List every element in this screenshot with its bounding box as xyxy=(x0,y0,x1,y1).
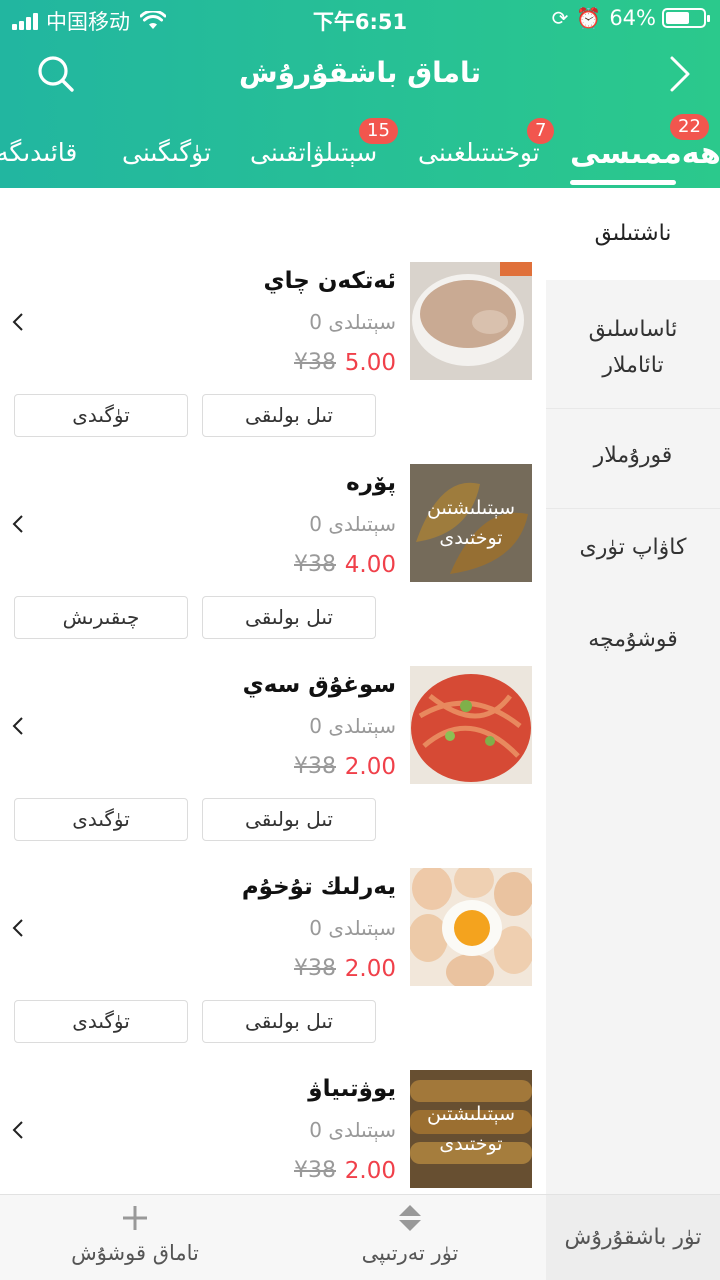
cold-noodle-salad-image xyxy=(410,666,532,784)
sidebar-item-extras[interactable]: قوشۇمچە xyxy=(546,622,720,658)
category-tabs: ھەممىسى 22 توختىتىلغىنى 7 سېتىلۋاتقىنى 1… xyxy=(0,110,720,188)
tab-on-sale[interactable]: سېتىلۋاتقىنى xyxy=(250,138,377,167)
food-name: سوغۇق سەي xyxy=(242,672,396,698)
add-food-button[interactable]: تاماق قوشۇش xyxy=(40,1195,230,1280)
price: 2.00 xyxy=(344,956,396,982)
milk-tea-bowl-image xyxy=(410,262,532,380)
tab-on-sale-badge: 15 xyxy=(359,118,398,144)
sort-label: تۈر تەرتىپى xyxy=(361,1241,459,1265)
pastry-image: سېتىلىشتىن توختىدى xyxy=(410,464,532,582)
fried-dough-sticks-image: سېتىلىشتىن توختىدى xyxy=(410,1070,532,1188)
tab-sold-out[interactable]: تۈگىگىنى xyxy=(122,138,211,167)
tab-all[interactable]: ھەممىسى xyxy=(570,136,720,171)
sales-count: سېتىلدى 0 xyxy=(309,1118,396,1142)
list-item[interactable]: سوغۇق سەي سېتىلدى 0 2.00 ¥38 تۈگىدى تىل … xyxy=(0,592,546,841)
original-price: ¥38 xyxy=(294,754,336,779)
active-tab-indicator xyxy=(570,180,676,185)
category-sidebar: ناشتىلىق ئاساسلىق تائاملار قورۇملار كاۋا… xyxy=(546,188,720,1194)
header: 中国移动 下午6:51 ⟳ ⏰ 64% تاماق باشقۇرۇش ھەممى… xyxy=(0,0,720,188)
food-name: يوۋتىياۋ xyxy=(308,1076,396,1102)
original-price: ¥38 xyxy=(294,552,336,577)
sales-count: سېتىلدى 0 xyxy=(309,310,396,334)
food-list: ئەتكەن چاي سېتىلدى 0 5.00 ¥38 تۈگىدى تىل… xyxy=(0,188,546,1194)
chevron-right-icon[interactable] xyxy=(664,54,694,94)
tab-stopped-badge: 7 xyxy=(527,118,555,144)
food-name: يەرلىك تۇخۇم xyxy=(241,874,396,900)
sales-count: سېتىلدى 0 xyxy=(309,916,396,940)
list-item[interactable]: سېتىلىشتىن توختىدى پۆرە سېتىلدى 0 4.00 ¥… xyxy=(0,390,546,639)
chevron-left-icon[interactable] xyxy=(10,512,26,536)
sidebar-item-kebab[interactable]: كاۋاپ تۈرى xyxy=(546,530,720,566)
sales-count: سېتىلدى 0 xyxy=(309,714,396,738)
status-bar: 中国移动 下午6:51 ⟳ ⏰ 64% xyxy=(0,0,720,38)
add-food-label: تاماق قوشۇش xyxy=(71,1241,199,1265)
sales-count: سېتىلدى 0 xyxy=(309,512,396,536)
tab-all-badge: 22 xyxy=(670,114,709,140)
chevron-left-icon[interactable] xyxy=(10,310,26,334)
stopped-overlay: سېتىلىشتىن توختىدى xyxy=(410,464,532,582)
chevron-left-icon[interactable] xyxy=(10,1118,26,1142)
stopped-overlay: سېتىلىشتىن توختىدى xyxy=(410,1070,532,1188)
sidebar-item-stir-fry[interactable]: قورۇملار xyxy=(546,438,720,474)
original-price: ¥38 xyxy=(294,956,336,981)
chevron-left-icon[interactable] xyxy=(10,714,26,738)
price: 5.00 xyxy=(344,350,396,376)
sidebar-item-main-dishes[interactable]: ئاساسلىق تائاملار xyxy=(546,312,720,384)
sidebar-item-breakfast[interactable]: ناشتىلىق xyxy=(546,188,720,280)
boiled-eggs-image xyxy=(410,868,532,986)
tab-stopped[interactable]: توختىتىلغىنى xyxy=(418,138,540,167)
plus-icon xyxy=(123,1206,147,1230)
food-name: پۆرە xyxy=(346,470,396,496)
price: 2.00 xyxy=(344,754,396,780)
tab-rules[interactable]: قائىدىگە xyxy=(0,138,77,167)
page-title: تاماق باشقۇرۇش xyxy=(238,56,482,89)
food-name: ئەتكەن چاي xyxy=(263,268,396,294)
sort-categories-button[interactable]: تۈر تەرتىپى xyxy=(320,1195,500,1280)
list-item[interactable]: يەرلىك تۇخۇم سېتىلدى 0 2.00 ¥38 تۈگىدى ت… xyxy=(0,794,546,1043)
alarm-icon: ⏰ xyxy=(576,6,602,30)
battery-icon xyxy=(662,8,710,28)
sort-icon xyxy=(399,1205,421,1231)
rotation-lock-icon: ⟳ xyxy=(551,6,569,30)
chevron-left-icon[interactable] xyxy=(10,916,26,940)
bottom-toolbar: تاماق قوشۇش تۈر تەرتىپى تۈر باشقۇرۇش xyxy=(0,1194,720,1280)
nav-bar: تاماق باشقۇرۇش xyxy=(0,40,720,110)
original-price: ¥38 xyxy=(294,1158,336,1183)
list-item[interactable]: سېتىلىشتىن توختىدى يوۋتىياۋ سېتىلدى 0 2.… xyxy=(0,996,546,1194)
battery-percent: 64% xyxy=(609,6,656,30)
list-item[interactable]: ئەتكەن چاي سېتىلدى 0 5.00 ¥38 تۈگىدى تىل… xyxy=(0,188,546,437)
original-price: ¥38 xyxy=(294,350,336,375)
manage-categories-button[interactable]: تۈر باشقۇرۇش xyxy=(546,1195,720,1280)
price: 4.00 xyxy=(344,552,396,578)
price: 2.00 xyxy=(344,1158,396,1184)
